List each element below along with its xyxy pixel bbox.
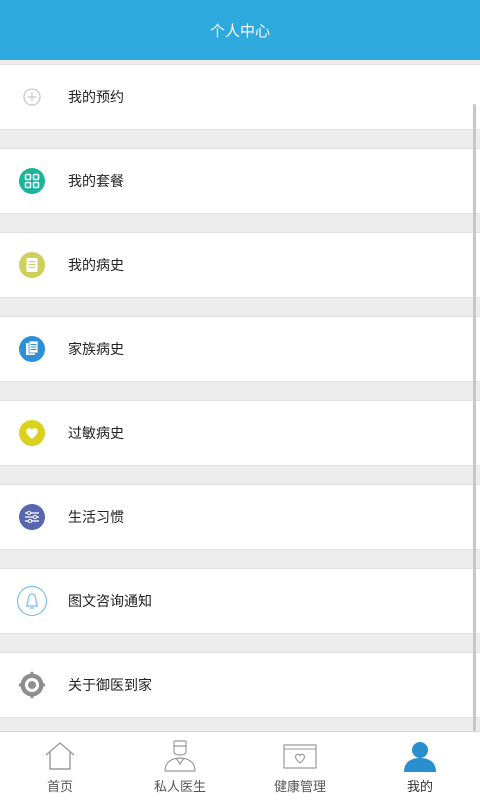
menu-item-lifestyle[interactable]: 生活习惯 <box>0 484 480 550</box>
page-title: 个人中心 <box>209 21 270 40</box>
menu-item-my-packages[interactable]: 我的套餐 <box>0 148 480 214</box>
tab-mine[interactable]: 我的 <box>360 732 480 800</box>
scrollbar[interactable] <box>473 104 476 744</box>
tab-label: 私人医生 <box>153 780 206 795</box>
notepad-icon <box>18 251 46 279</box>
menu-item-label: 生活习惯 <box>68 510 124 526</box>
doctor-icon <box>162 740 198 772</box>
bottom-tab-bar: 首页 私人医生 健康管理 我的 <box>0 731 480 800</box>
user-icon <box>402 740 438 772</box>
plus-circle-icon <box>18 83 46 111</box>
grid-icon <box>18 167 46 195</box>
menu-item-label: 我的病史 <box>68 258 124 274</box>
menu-item-my-medical-history[interactable]: 我的病史 <box>0 232 480 298</box>
tab-label: 我的 <box>406 780 433 795</box>
menu-item-about[interactable]: 关于御医到家 <box>0 652 480 718</box>
menu-item-consult-notifications[interactable]: 图文咨询通知 <box>0 568 480 634</box>
tab-private-doctor[interactable]: 私人医生 <box>120 732 240 800</box>
menu-item-family-history[interactable]: 家族病史 <box>0 316 480 382</box>
document-icon <box>18 335 46 363</box>
menu-item-label: 关于御医到家 <box>68 678 152 694</box>
gear-icon <box>18 671 46 699</box>
tab-home[interactable]: 首页 <box>0 732 120 800</box>
app-header: 个人中心 <box>0 0 480 60</box>
sliders-icon <box>18 503 46 531</box>
bell-icon <box>16 585 48 617</box>
menu-item-my-appointments[interactable]: 我的预约 <box>0 64 480 130</box>
menu-item-label: 过敏病史 <box>68 426 124 442</box>
tab-label: 健康管理 <box>273 780 326 795</box>
home-icon <box>42 740 78 772</box>
menu-item-label: 家族病史 <box>68 342 124 358</box>
menu-item-label: 我的套餐 <box>68 174 124 190</box>
menu-item-label: 我的预约 <box>68 90 124 106</box>
tab-health-management[interactable]: 健康管理 <box>240 732 360 800</box>
tab-label: 首页 <box>46 780 73 795</box>
menu-item-allergy-history[interactable]: 过敏病史 <box>0 400 480 466</box>
menu-item-label: 图文咨询通知 <box>68 594 152 610</box>
heart-icon <box>18 419 46 447</box>
health-folder-icon <box>282 740 318 772</box>
